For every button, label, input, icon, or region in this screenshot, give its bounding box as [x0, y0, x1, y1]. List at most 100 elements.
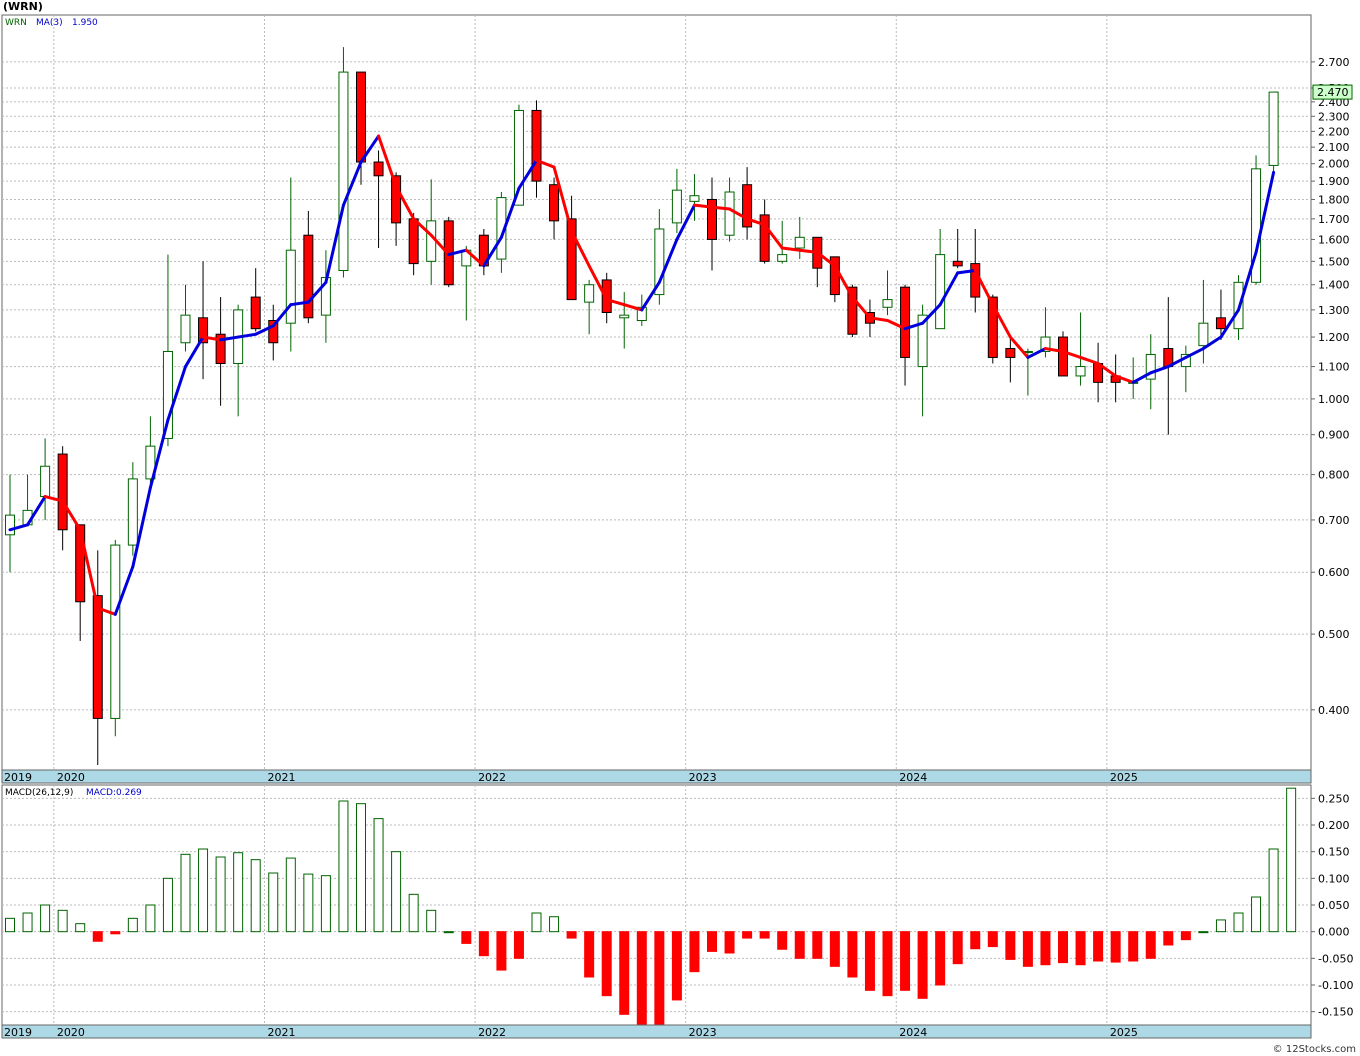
macd-bar-positive — [5, 917, 15, 933]
candle-body-down — [759, 214, 770, 262]
macd-bar-positive — [549, 916, 560, 933]
macd-panel: 0.250 0.200 0.150 0.100 0.050 0.000 -0.050 -0.1… — [1, 784, 1353, 1026]
macd-x-label: 2022 — [478, 1026, 506, 1039]
price-y-label: 1.900 — [1318, 175, 1350, 188]
macd-bar-positive — [373, 818, 384, 933]
candle-body-down — [57, 453, 68, 531]
candle-body-down — [952, 260, 963, 267]
macd-bar-negative — [777, 931, 788, 950]
candle-body-up — [671, 189, 682, 224]
macd-bar-positive — [1233, 912, 1244, 933]
candle-body-down — [531, 109, 542, 182]
macd-bar-negative — [1110, 931, 1121, 963]
price-y-label: 1.300 — [1318, 304, 1350, 317]
candle-body-down — [303, 234, 314, 319]
macd-bar-negative — [513, 931, 524, 959]
macd-bar-negative — [1075, 931, 1086, 966]
price-y-label: 1.800 — [1318, 193, 1350, 206]
candle-body-up — [777, 254, 788, 262]
macd-bar-positive — [40, 904, 51, 933]
candle-body-down — [1058, 336, 1068, 377]
candle-body-up — [935, 254, 946, 330]
price-y-label: 1.200 — [1318, 331, 1350, 344]
macd-y-label: 0.100 — [1318, 872, 1350, 885]
macd-bar-negative — [1005, 931, 1016, 960]
macd-bar-positive — [320, 875, 331, 933]
price-y-label: 0.400 — [1318, 704, 1350, 717]
macd-x-label: 2024 — [899, 1026, 927, 1039]
macd-bar-positive — [233, 852, 244, 933]
macd-bar-negative — [794, 931, 805, 959]
macd-bar-positive — [426, 909, 437, 933]
last-price-box: 2.470 — [1312, 84, 1353, 100]
price-panel: 2.7002.5002.4002.3002.2002.1002.0001.900… — [1, 14, 1353, 771]
candle-body-up — [180, 314, 191, 344]
macd-bar-negative — [1180, 931, 1191, 941]
macd-bar-negative — [707, 931, 717, 952]
price-y-label: 1.100 — [1318, 361, 1350, 374]
macd-bar-positive — [22, 912, 33, 933]
macd-bar-negative — [1093, 931, 1104, 962]
price-x-label: 2021 — [267, 771, 295, 784]
price-x-label: 2025 — [1110, 771, 1138, 784]
candle — [1268, 91, 1279, 173]
macd-bar-positive — [1251, 896, 1262, 933]
candle-body-up — [285, 249, 296, 324]
macd-bar-negative — [1022, 931, 1033, 967]
macd-label: MACD(26,12,9) — [5, 788, 73, 798]
candle-body-down — [549, 184, 560, 222]
candle-body-down — [356, 71, 366, 163]
macd-bar-positive — [408, 893, 419, 933]
macd-bar-positive — [127, 917, 138, 933]
macd-bar-positive — [162, 877, 173, 933]
macd-bar-negative — [619, 931, 630, 1015]
candle-body-down — [900, 286, 911, 358]
price-y-label: 2.100 — [1318, 141, 1350, 154]
last-price-label: 2.470 — [1317, 86, 1349, 99]
macd-bar-negative — [689, 931, 700, 973]
macd-bar-negative — [671, 931, 682, 1001]
candle-body-up — [724, 191, 735, 236]
candle-body-up — [110, 544, 121, 719]
legend-ma-label: MA(3) — [36, 18, 63, 28]
price-y-label: 2.200 — [1318, 125, 1350, 138]
macd-bar-negative — [496, 931, 507, 971]
macd-bar-positive — [215, 856, 226, 933]
macd-bar-positive — [1286, 787, 1297, 933]
macd-bar-negative — [759, 931, 770, 939]
macd-bar-negative — [478, 931, 489, 957]
legend-ma-value: 1.950 — [72, 18, 98, 28]
price-x-label: 2019 — [4, 771, 32, 784]
price-y-label: 2.000 — [1318, 158, 1350, 171]
candle-body-down — [1005, 348, 1016, 358]
candle — [338, 47, 349, 278]
macd-bar-positive — [198, 848, 209, 933]
macd-y-label: 0.250 — [1318, 792, 1350, 805]
candle-body-up — [426, 220, 437, 262]
candle-body-up — [619, 314, 630, 319]
macd-y-label: 0.150 — [1318, 846, 1350, 859]
candle-body-up — [794, 236, 805, 249]
macd-bar-negative — [110, 931, 121, 935]
macd-y-label: 0.000 — [1318, 926, 1350, 939]
price-y-label: 0.900 — [1318, 429, 1350, 442]
legend-symbol: WRN — [5, 18, 27, 28]
macd-x-label: 2023 — [689, 1026, 717, 1039]
macd-bar-positive — [356, 803, 366, 933]
macd-bar-positive — [250, 859, 261, 933]
candle-body-down — [1215, 317, 1226, 330]
price-x-label: 2020 — [57, 771, 85, 784]
macd-bar-negative — [654, 931, 665, 1026]
candle-body-down — [373, 161, 384, 177]
macd-bar-positive — [443, 931, 454, 934]
stock-chart: (WRN) 2.7002.5002.4002.3002.2002.1002.00… — [0, 0, 1360, 1056]
candle — [110, 539, 121, 737]
macd-bar-negative — [864, 931, 875, 991]
macd-bar-positive — [145, 904, 156, 933]
macd-bar-positive — [1198, 931, 1209, 934]
candle-body-down — [250, 296, 261, 330]
macd-value-label: MACD:0.269 — [86, 788, 142, 798]
price-x-label: 2023 — [689, 771, 717, 784]
macd-x-axis: 2019 2020 2021 2022 2023 2024 2025 — [1, 1024, 1312, 1039]
candle-body-up — [338, 71, 349, 271]
